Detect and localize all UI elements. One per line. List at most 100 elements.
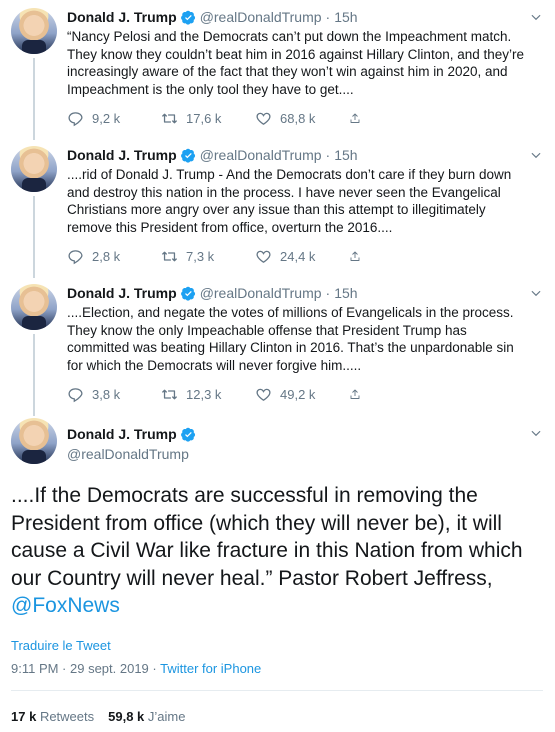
- share-button[interactable]: [349, 110, 369, 127]
- reply-count: 2,8 k: [92, 249, 121, 264]
- tweet-time[interactable]: 15h: [334, 285, 357, 301]
- timestamp[interactable]: 9:11 PM · 29 sept. 2019 ·: [11, 661, 160, 676]
- share-icon: [349, 386, 361, 403]
- retweet-icon: [161, 248, 178, 265]
- main-author-name: Donald J. Trump: [67, 426, 200, 442]
- reply-count: 3,8 k: [92, 387, 121, 402]
- reply-count: 9,2 k: [92, 111, 121, 126]
- tweet-time[interactable]: 15h: [334, 147, 357, 163]
- retweet-count: 7,3 k: [186, 249, 215, 264]
- chevron-down-icon[interactable]: [529, 286, 543, 300]
- reply-button[interactable]: 2,8 k: [67, 248, 161, 265]
- main-author-name-text[interactable]: Donald J. Trump: [67, 426, 177, 442]
- divider: [11, 690, 543, 691]
- tweet-text: ....Election, and negate the votes of mi…: [67, 304, 547, 374]
- like-button[interactable]: 68,8 k: [255, 110, 349, 127]
- tweet-text-line: ....rid of Donald J. Trump - And the Dem…: [67, 167, 512, 182]
- source-link[interactable]: Twitter for iPhone: [160, 661, 261, 676]
- reply-button[interactable]: 3,8 k: [67, 386, 161, 403]
- retweet-count: 17,6 k: [186, 111, 222, 126]
- tweet-text-line: and destroy this nation in the process. …: [67, 184, 501, 200]
- author-name[interactable]: Donald J. Trump: [67, 285, 177, 301]
- retweet-button[interactable]: 7,3 k: [161, 248, 255, 265]
- tweet-text-line: for which the Democrats will never forgi…: [67, 357, 362, 373]
- like-count: 68,8 k: [280, 111, 316, 126]
- tweet-header: Donald J. Trump @realDonaldTrump · 15h: [67, 147, 358, 163]
- retweet-icon: [161, 386, 178, 403]
- tweet-time[interactable]: 15h: [334, 9, 357, 25]
- main-text-line: President from office (which they will n…: [11, 511, 502, 535]
- author-name[interactable]: Donald J. Trump: [67, 9, 177, 25]
- thread-connector: [33, 196, 35, 278]
- share-icon: [349, 110, 361, 127]
- like-icon: [255, 386, 272, 403]
- tweet-actions: 2,8 k 7,3 k 24,4 k: [67, 248, 369, 265]
- tweet-actions: 3,8 k 12,3 k 49,2 k: [67, 386, 369, 403]
- mention-link[interactable]: @FoxNews: [11, 594, 120, 617]
- thread-tweet-1[interactable]: Donald J. Trump @realDonaldTrump · 15h “…: [0, 0, 555, 140]
- share-button[interactable]: [349, 248, 369, 265]
- reply-icon: [67, 386, 84, 403]
- chevron-down-icon[interactable]: [529, 426, 543, 440]
- author-handle[interactable]: @realDonaldTrump: [200, 285, 322, 301]
- reply-icon: [67, 248, 84, 265]
- chevron-down-icon[interactable]: [529, 10, 543, 24]
- thread-connector: [33, 58, 35, 140]
- tweet-text-line: remove this President from office, overt…: [67, 219, 393, 235]
- tweet-header: Donald J. Trump @realDonaldTrump · 15h: [67, 9, 358, 25]
- avatar[interactable]: [11, 146, 57, 192]
- thread-tweet-3[interactable]: Donald J. Trump @realDonaldTrump · 15h .…: [0, 276, 555, 416]
- likes-stat[interactable]: 59,8 k J’aime: [108, 709, 185, 724]
- retweets-stat[interactable]: 17 k Retweets: [11, 709, 94, 724]
- chevron-down-icon[interactable]: [529, 148, 543, 162]
- avatar[interactable]: [11, 8, 57, 54]
- author-handle[interactable]: @realDonaldTrump: [200, 147, 322, 163]
- tweet-text-line: They know they couldn’t beat him in 2016…: [67, 46, 525, 62]
- tweet-text-line: “Nancy Pelosi and the Democrats can’t pu…: [67, 29, 512, 44]
- like-icon: [255, 248, 272, 265]
- author-name[interactable]: Donald J. Trump: [67, 147, 177, 163]
- share-button[interactable]: [349, 386, 369, 403]
- like-count: 24,4 k: [280, 249, 316, 264]
- main-tweet-text: ....If the Democrats are successful in r…: [11, 482, 546, 620]
- author-handle[interactable]: @realDonaldTrump: [200, 9, 322, 25]
- engagement-stats: 17 k Retweets 59,8 k J’aime: [11, 709, 186, 724]
- separator-dot: ·: [325, 9, 331, 25]
- main-text-line: our Country will never heal.” Pastor Rob…: [11, 566, 493, 590]
- reply-icon: [67, 110, 84, 127]
- tweet-header: Donald J. Trump @realDonaldTrump · 15h: [67, 285, 358, 301]
- retweet-count: 12,3 k: [186, 387, 222, 402]
- translate-tweet-link[interactable]: Traduire le Tweet: [11, 638, 111, 653]
- verified-badge-icon: [181, 286, 196, 301]
- main-text-line: cause a Civil War like fracture in this …: [11, 539, 523, 562]
- tweet-text: ....rid of Donald J. Trump - And the Dem…: [67, 166, 547, 236]
- main-avatar[interactable]: [11, 418, 57, 464]
- tweet-text: “Nancy Pelosi and the Democrats can’t pu…: [67, 28, 547, 98]
- tweet-text-line: They know the only Impeachable offense t…: [67, 322, 467, 338]
- main-author-handle[interactable]: @realDonaldTrump: [67, 446, 189, 462]
- verified-badge-icon: [181, 148, 196, 163]
- tweet-metadata: 9:11 PM · 29 sept. 2019 · Twitter for iP…: [11, 661, 261, 676]
- main-text-line: ....If the Democrats are successful in r…: [11, 484, 478, 507]
- tweet-text-line: increasingly aware of the fact that they…: [67, 64, 508, 79]
- thread-tweet-2[interactable]: Donald J. Trump @realDonaldTrump · 15h .…: [0, 138, 555, 278]
- like-button[interactable]: 49,2 k: [255, 386, 349, 403]
- tweet-text-line: ....Election, and negate the votes of mi…: [67, 305, 514, 320]
- separator-dot: ·: [325, 285, 331, 301]
- retweet-button[interactable]: 17,6 k: [161, 110, 255, 127]
- likes-count: 59,8 k: [108, 709, 145, 724]
- retweets-count: 17 k: [11, 709, 37, 724]
- avatar[interactable]: [11, 284, 57, 330]
- reply-button[interactable]: 9,2 k: [67, 110, 161, 127]
- retweet-button[interactable]: 12,3 k: [161, 386, 255, 403]
- share-icon: [349, 248, 361, 265]
- tweet-text-line: Impeachment is the only tool they have t…: [67, 81, 354, 97]
- likes-label: J’aime: [147, 709, 186, 724]
- tweet-actions: 9,2 k 17,6 k 68,8 k: [67, 110, 369, 127]
- verified-badge-icon: [181, 10, 196, 25]
- thread-connector: [33, 334, 35, 416]
- retweets-label: Retweets: [39, 709, 95, 724]
- like-button[interactable]: 24,4 k: [255, 248, 349, 265]
- like-count: 49,2 k: [280, 387, 316, 402]
- tweet-text-line: committed was beating Hillary Clinton in…: [67, 340, 514, 355]
